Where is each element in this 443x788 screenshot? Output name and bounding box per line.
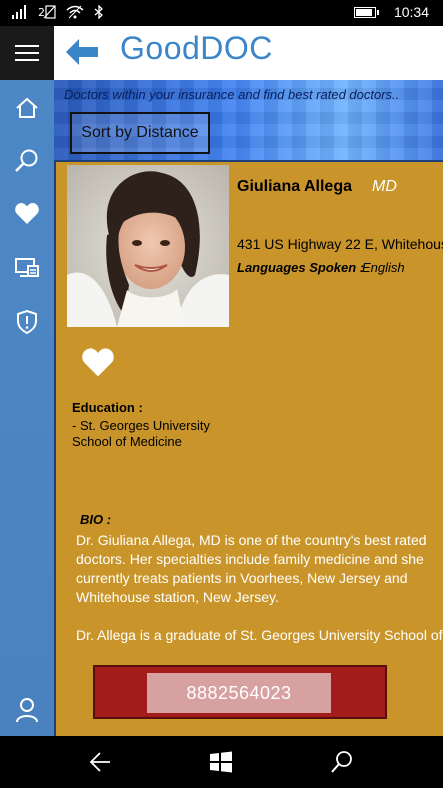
doctor-address: 431 US Highway 22 E, Whitehouse [237,236,443,252]
back-icon[interactable] [88,750,112,779]
doctor-photo [67,165,229,327]
status-bar: 2 10:34 [0,0,443,26]
system-nav-bar [0,736,443,788]
doctor-details: Giuliana Allega MD 431 US Highway 22 E, … [54,160,443,736]
signal-icon [12,5,28,24]
doctor-degree: MD [372,178,397,195]
bio-paragraph: Dr. Giuliana Allega, MD is one of the co… [76,532,427,605]
home-icon [16,97,38,118]
wifi-icon [66,5,84,24]
status-time: 10:34 [393,4,429,20]
windows-icon[interactable] [209,750,233,779]
phone-number[interactable]: 8882564023 [147,673,331,713]
sidebar-item-favorites[interactable] [0,194,54,234]
sidebar-item-insurance[interactable] [0,302,54,342]
education-label: Education : [72,400,143,415]
back-arrow-icon[interactable] [64,37,100,72]
languages-value: English [362,260,405,275]
search-icon [15,149,38,172]
languages-label: Languages Spoken : [237,260,365,275]
bio-text: Dr. Giuliana Allega, MD is one of the co… [76,531,443,664]
doctor-name: Giuliana Allega [237,178,352,195]
bluetooth-icon [94,4,104,24]
sidebar-item-display[interactable] [0,248,54,288]
sidebar [0,26,54,736]
sidebar-item-profile[interactable] [0,690,54,730]
sim-icon: 2 [38,4,56,25]
heart-icon [15,203,39,224]
banner-text: Doctors within your insurance and find b… [64,87,400,102]
logo-text-good: Good [120,30,201,66]
app-header: GoodDOC [54,26,443,80]
bio-label: BIO : [80,512,112,527]
favorite-heart-icon[interactable] [80,347,116,384]
app-logo: GoodDOC [120,30,273,67]
sidebar-item-search[interactable] [0,141,54,181]
display-icon [15,258,39,277]
education-value: - St. Georges University School of Medic… [72,418,210,449]
sidebar-item-home[interactable] [0,88,54,128]
user-icon [16,698,38,723]
call-button[interactable]: 8882564023 [93,665,387,719]
sort-by-distance-button[interactable]: Sort by Distance [70,112,210,154]
shield-icon [17,309,37,335]
logo-text-doc: DOC [200,30,273,66]
menu-icon[interactable] [0,26,54,80]
svg-text:2: 2 [38,6,45,19]
battery-icon [353,6,379,18]
search-banner: Doctors within your insurance and find b… [54,80,443,160]
bio-paragraph: Dr. Allega is a graduate of St. Georges … [76,627,443,643]
search-icon[interactable] [330,750,354,779]
